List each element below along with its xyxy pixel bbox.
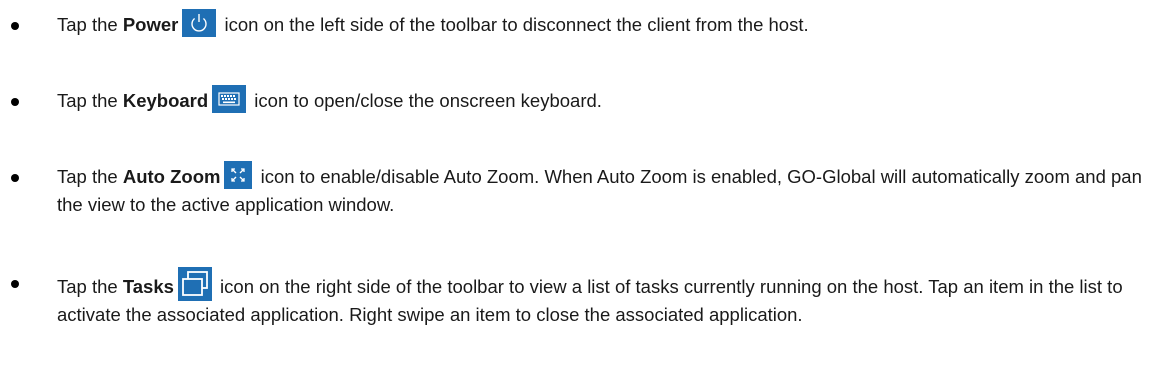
keyboard-icon: [212, 85, 247, 113]
list-item-text: Tap the Tasks icon on the right side of …: [57, 267, 1147, 329]
item-text-post: icon on the left side of the toolbar to …: [219, 14, 809, 35]
item-text-bold: Power: [122, 14, 179, 35]
item-text-pre: Tap the: [57, 166, 123, 187]
item-text-bold: Keyboard: [122, 90, 209, 111]
list-item-text: Tap the Keyboard icon to open/close the …: [57, 85, 1147, 115]
item-text-pre: Tap the: [57, 90, 123, 111]
bullet-icon: [11, 174, 19, 182]
item-text-post: icon on the right side of the toolbar to…: [57, 276, 1123, 325]
list-item-text: Tap the Power icon on the left side of t…: [57, 9, 1147, 39]
item-text-bold: Auto Zoom: [122, 166, 221, 187]
bullet-icon: [11, 22, 19, 30]
list-item-text: Tap the Auto Zoom icon to enable/disable…: [57, 161, 1147, 219]
power-icon: [182, 9, 217, 37]
bullet-icon: [11, 98, 19, 106]
item-text-pre: Tap the: [57, 14, 123, 35]
item-text-pre: Tap the: [57, 276, 123, 297]
item-text-bold: Tasks: [122, 276, 174, 297]
instruction-list: Tap the Power icon on the left side of t…: [0, 0, 1159, 389]
item-text-post: icon to open/close the onscreen keyboard…: [249, 90, 602, 111]
overlapping-windows-icon: [177, 267, 212, 301]
expand-arrows-icon: [224, 161, 253, 189]
bullet-icon: [11, 280, 19, 288]
